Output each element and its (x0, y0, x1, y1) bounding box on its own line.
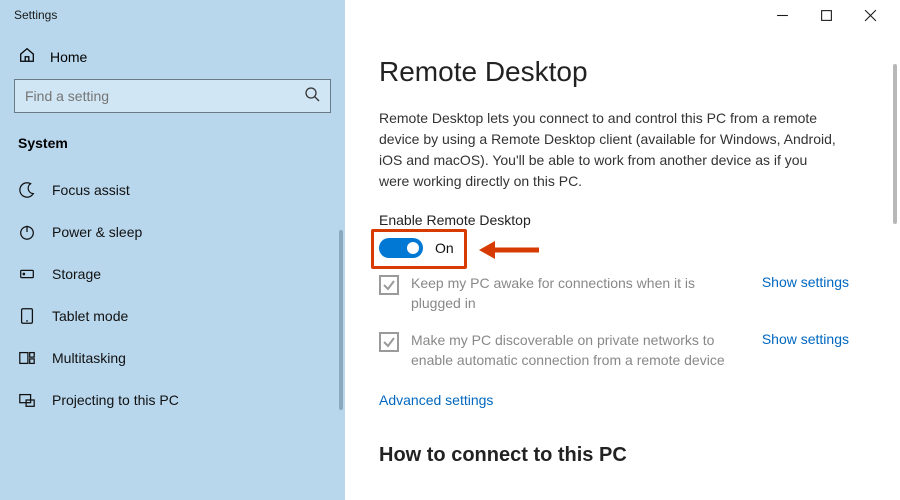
sidebar-item-label: Power & sleep (52, 224, 142, 240)
titlebar-title: Settings (0, 0, 345, 30)
keep-awake-checkbox[interactable] (379, 275, 399, 295)
projecting-icon (18, 391, 36, 409)
enable-remote-desktop-label: Enable Remote Desktop (379, 212, 870, 228)
storage-icon (18, 265, 36, 283)
sidebar-scrollbar[interactable] (339, 230, 343, 410)
sidebar-item-label: Tablet mode (52, 308, 128, 324)
option-text: Keep my PC awake for connections when it… (411, 274, 746, 313)
toggle-state-label: On (435, 240, 454, 256)
power-icon (18, 223, 36, 241)
advanced-settings-link[interactable]: Advanced settings (379, 392, 493, 408)
titlebar: Settings (0, 0, 900, 30)
option-left: Make my PC discoverable on private netwo… (379, 331, 746, 370)
option-keep-awake: Keep my PC awake for connections when it… (379, 274, 849, 313)
settings-window: Settings Home (0, 0, 900, 500)
show-settings-link[interactable]: Show settings (762, 274, 849, 290)
toggle-knob (407, 242, 419, 254)
window-controls (345, 0, 900, 30)
minimize-icon (776, 9, 789, 22)
checkmark-icon (382, 335, 396, 349)
sidebar-home-label: Home (50, 49, 87, 65)
sidebar: Home System Focus assist Power & sleep (0, 30, 345, 500)
sidebar-item-projecting[interactable]: Projecting to this PC (14, 379, 331, 421)
sidebar-item-focus-assist[interactable]: Focus assist (14, 169, 331, 211)
multitasking-icon (18, 349, 36, 367)
enable-remote-desktop-toggle-row: On (379, 238, 870, 258)
sidebar-item-label: Focus assist (52, 182, 130, 198)
search-box[interactable] (14, 79, 331, 113)
tablet-icon (18, 307, 36, 325)
window-body: Home System Focus assist Power & sleep (0, 30, 900, 500)
sidebar-section-label: System (14, 131, 331, 169)
sidebar-item-label: Storage (52, 266, 101, 282)
option-text: Make my PC discoverable on private netwo… (411, 331, 746, 370)
options-block: Keep my PC awake for connections when it… (379, 274, 849, 370)
discoverable-checkbox[interactable] (379, 332, 399, 352)
close-button[interactable] (848, 0, 892, 30)
connect-title: How to connect to this PC (379, 444, 870, 467)
maximize-button[interactable] (804, 0, 848, 30)
show-settings-link[interactable]: Show settings (762, 331, 849, 347)
checkmark-icon (382, 278, 396, 292)
moon-icon (18, 181, 36, 199)
maximize-icon (820, 9, 833, 22)
sidebar-item-storage[interactable]: Storage (14, 253, 331, 295)
search-icon (304, 86, 320, 107)
main-scrollbar[interactable] (893, 64, 897, 224)
close-icon (864, 9, 877, 22)
option-left: Keep my PC awake for connections when it… (379, 274, 746, 313)
option-discoverable: Make my PC discoverable on private netwo… (379, 331, 849, 370)
main-content: Remote Desktop Remote Desktop lets you c… (345, 30, 900, 500)
remote-desktop-toggle[interactable] (379, 238, 423, 258)
sidebar-nav: Focus assist Power & sleep Storage Table… (14, 169, 331, 421)
minimize-button[interactable] (760, 0, 804, 30)
page-description: Remote Desktop lets you connect to and c… (379, 108, 839, 192)
sidebar-item-power-sleep[interactable]: Power & sleep (14, 211, 331, 253)
sidebar-item-label: Projecting to this PC (52, 392, 179, 408)
sidebar-item-multitasking[interactable]: Multitasking (14, 337, 331, 379)
home-icon (18, 46, 36, 67)
annotation-arrow-icon (475, 232, 545, 268)
sidebar-item-tablet-mode[interactable]: Tablet mode (14, 295, 331, 337)
search-input[interactable] (25, 88, 276, 104)
sidebar-item-label: Multitasking (52, 350, 126, 366)
sidebar-home[interactable]: Home (14, 38, 331, 77)
page-title: Remote Desktop (379, 56, 870, 88)
